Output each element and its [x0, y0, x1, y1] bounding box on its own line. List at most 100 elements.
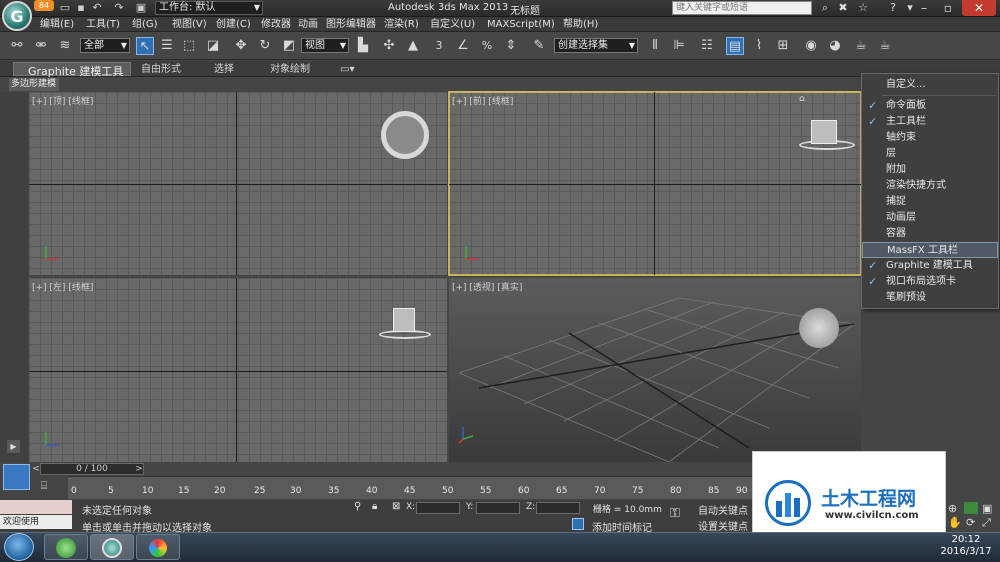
- select-and-move-icon[interactable]: ✥: [232, 37, 250, 55]
- graphite-toggle-icon[interactable]: ▤: [726, 37, 744, 55]
- angle-snap-icon[interactable]: ∠: [454, 37, 472, 55]
- maxscript-welcome[interactable]: 欢迎使用 MAXSc: [0, 515, 72, 541]
- undo-icon[interactable]: ↶: [90, 1, 104, 15]
- tab-object-paint[interactable]: 对象绘制: [270, 63, 310, 76]
- menu-group[interactable]: 组(G): [132, 18, 158, 31]
- spinner-snap-icon[interactable]: ⇕: [502, 37, 520, 55]
- taskbar-browser-icon[interactable]: [44, 534, 88, 560]
- menu-item-containers[interactable]: 容器: [862, 226, 998, 242]
- track-bar[interactable]: 0 5 10 15 20 25 30 35 40 45 50 55 60 65 …: [68, 476, 754, 499]
- app-menu-logo[interactable]: G: [2, 1, 32, 31]
- curve-editor-icon[interactable]: ⌇: [750, 37, 768, 55]
- align-icon[interactable]: ⊫: [670, 37, 688, 55]
- ribbon-options-icon[interactable]: ▭▾: [340, 63, 354, 76]
- y-coordinate-field[interactable]: [476, 502, 520, 514]
- viewcube-top-icon[interactable]: [381, 111, 429, 159]
- menu-item-animation-layers[interactable]: 动画层: [862, 210, 998, 226]
- taskbar-clock[interactable]: 20:12 2016/3/17: [936, 534, 996, 558]
- zoom-icon[interactable]: ⊕: [948, 502, 957, 515]
- snaps-toggle-icon[interactable]: 3: [430, 37, 448, 55]
- menu-animation[interactable]: 动画: [298, 18, 318, 31]
- menu-item-main-toolbar[interactable]: ✓ 主工具栏: [862, 114, 998, 130]
- menu-graph-editors[interactable]: 图形编辑器: [326, 18, 376, 31]
- minimize-button[interactable]: –: [912, 0, 936, 16]
- home-icon[interactable]: ⌂: [799, 94, 805, 104]
- menu-item-massfx-toolbar[interactable]: MassFX 工具栏: [862, 242, 998, 258]
- keyboard-shortcut-override-icon[interactable]: ▲: [404, 37, 422, 55]
- menu-item-brush-presets[interactable]: 笔刷预设: [862, 290, 998, 306]
- viewcube-front-icon[interactable]: [811, 120, 837, 144]
- mirror-icon[interactable]: ⫴: [646, 37, 664, 55]
- maximize-viewport-icon[interactable]: ⤢: [982, 516, 991, 530]
- favorites-star-icon[interactable]: ☆: [856, 1, 870, 15]
- select-and-rotate-icon[interactable]: ↻: [256, 37, 274, 55]
- help-search-input[interactable]: 键入关键字或短语: [672, 1, 812, 15]
- pivot-center-icon[interactable]: ▙: [354, 37, 372, 55]
- taskbar-3dsmax-icon[interactable]: [90, 534, 134, 560]
- rendered-frame-window-icon[interactable]: ☕: [852, 37, 870, 55]
- help-icon[interactable]: ?: [886, 1, 900, 15]
- selection-lock-icon[interactable]: 🔒︎: [372, 501, 377, 512]
- menu-item-customize[interactable]: 自定义...: [862, 77, 998, 93]
- select-object-icon[interactable]: ↖: [136, 37, 154, 55]
- select-and-scale-icon[interactable]: ◩: [280, 37, 298, 55]
- redo-icon[interactable]: ↷: [112, 1, 126, 15]
- window-crossing-icon[interactable]: ◪: [204, 37, 222, 55]
- z-coordinate-field[interactable]: [536, 502, 580, 514]
- viewport-label[interactable]: [+] [前] [线框]: [452, 94, 513, 107]
- menu-item-snaps[interactable]: 捕捉: [862, 194, 998, 210]
- menu-customize[interactable]: 自定义(U): [430, 18, 475, 31]
- menu-create[interactable]: 创建(C): [216, 18, 251, 31]
- x-coordinate-field[interactable]: [416, 502, 460, 514]
- unlink-icon[interactable]: ⚮: [32, 37, 50, 55]
- menu-modifiers[interactable]: 修改器: [261, 18, 291, 31]
- render-production-icon[interactable]: ☕: [876, 37, 894, 55]
- tab-graphite-modeling[interactable]: Graphite 建模工具: [13, 62, 131, 78]
- tab-selection[interactable]: 选择: [214, 63, 234, 76]
- reference-coordinate-dropdown[interactable]: 视图 ▼: [301, 38, 349, 53]
- save-icon[interactable]: ▪: [74, 1, 88, 15]
- menu-item-graphite-modeling-tools[interactable]: ✓ Graphite 建模工具: [862, 258, 998, 274]
- menu-item-command-panel[interactable]: ✓ 命令面板: [862, 98, 998, 114]
- menu-item-viewport-layout-tabs[interactable]: ✓ 视口布局选项卡: [862, 274, 998, 290]
- mini-curve-editor-icon[interactable]: ⌸: [35, 477, 53, 495]
- close-button[interactable]: ✕: [962, 0, 996, 16]
- isolate-selection-icon[interactable]: ⚲: [354, 501, 361, 512]
- orbit-icon[interactable]: ⟳: [966, 516, 975, 529]
- communication-icon[interactable]: ✖: [836, 1, 850, 15]
- maximize-button[interactable]: ▫: [936, 0, 960, 16]
- selection-filter-dropdown[interactable]: 全部 ▼: [80, 38, 130, 53]
- windows-start-button[interactable]: [4, 533, 34, 561]
- schematic-view-icon[interactable]: ⊞: [774, 37, 792, 55]
- tab-freeform[interactable]: 自由形式: [141, 63, 181, 76]
- edit-named-selection-icon[interactable]: ✎: [530, 37, 548, 55]
- viewport-top[interactable]: [+] [顶] [线框]: [29, 92, 447, 275]
- select-by-name-icon[interactable]: ☰: [158, 37, 176, 55]
- viewport-label[interactable]: [+] [左] [线框]: [32, 280, 93, 293]
- subtab-polygon-modeling[interactable]: 多边形建模: [9, 78, 59, 91]
- viewport-front[interactable]: [+] [前] [线框] ⌂: [448, 91, 862, 276]
- viewport-left[interactable]: [+] [左] [线框]: [29, 278, 447, 462]
- menu-item-render-shortcuts[interactable]: 渲染快捷方式: [862, 178, 998, 194]
- menu-item-axis-constraints[interactable]: 轴约束: [862, 130, 998, 146]
- time-slider[interactable]: 0 / 100: [40, 463, 144, 475]
- zoom-extents-icon[interactable]: ▣: [982, 502, 992, 515]
- menu-edit[interactable]: 编辑(E): [40, 18, 74, 31]
- menu-item-extras[interactable]: 附加: [862, 162, 998, 178]
- viewport-label[interactable]: [+] [顶] [线框]: [32, 94, 93, 107]
- absolute-mode-icon[interactable]: ⊠: [392, 501, 400, 512]
- menu-rendering[interactable]: 渲染(R): [384, 18, 419, 31]
- set-key-button[interactable]: 设置关键点: [698, 518, 748, 533]
- viewport-perspective[interactable]: [+] [透视] [真实]: [449, 278, 861, 462]
- maxscript-listener-mini[interactable]: [0, 500, 72, 514]
- new-icon[interactable]: ▭: [58, 1, 72, 15]
- viewport-layout-tab-button[interactable]: [3, 464, 30, 490]
- project-folder-icon[interactable]: ▣: [134, 1, 148, 15]
- pan-icon[interactable]: ✋: [948, 516, 962, 529]
- zoom-all-icon[interactable]: [964, 502, 978, 514]
- auto-key-button[interactable]: 自动关键点: [698, 502, 748, 517]
- viewcube-left-icon[interactable]: [393, 308, 415, 332]
- rectangular-selection-icon[interactable]: ⬚: [180, 37, 198, 55]
- bind-space-warp-icon[interactable]: ≋: [56, 37, 74, 55]
- layer-manager-icon[interactable]: ☷: [698, 37, 716, 55]
